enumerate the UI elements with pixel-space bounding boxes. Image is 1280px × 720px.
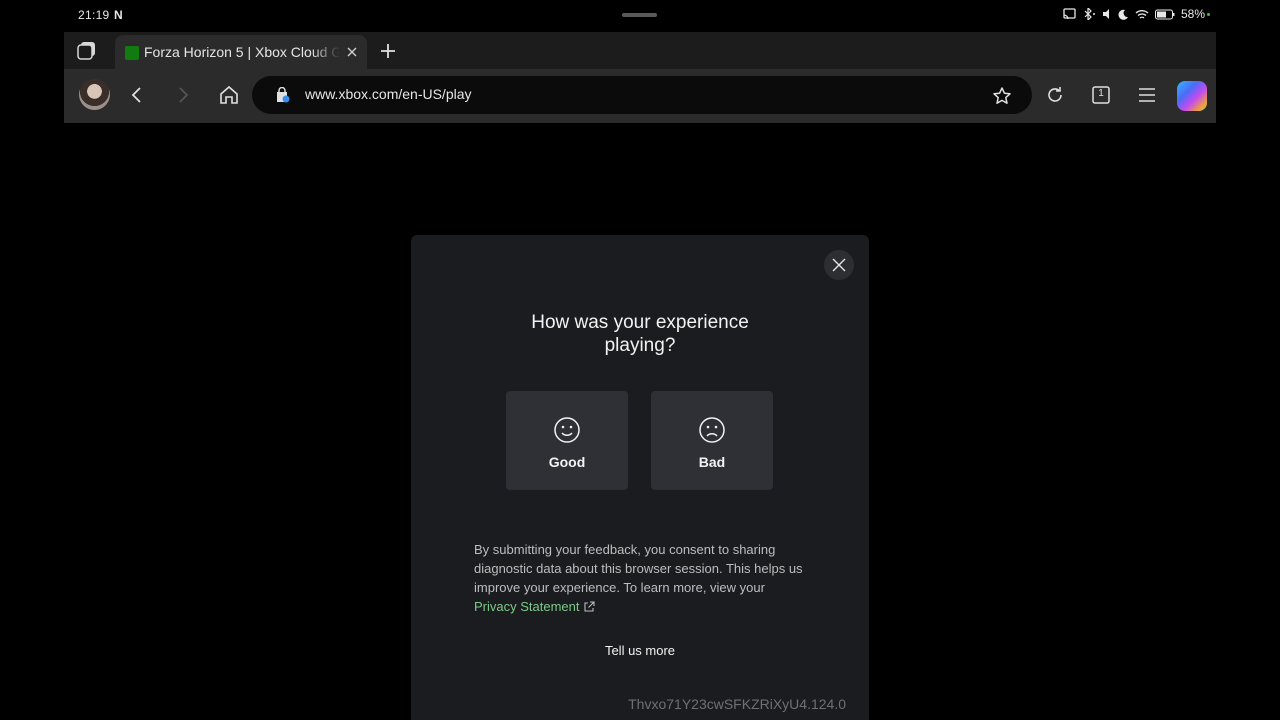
session-id: Thvxo71Y23cwSFKZRiXyU4.124.0 — [628, 696, 846, 712]
tab-overview-button[interactable] — [76, 40, 98, 62]
notification-n-icon: N — [114, 8, 123, 22]
battery-percent: 58% — [1180, 7, 1205, 21]
tab-count-button[interactable]: 1 — [1089, 83, 1113, 107]
forward-button[interactable] — [171, 83, 195, 107]
charging-dot — [1207, 12, 1210, 16]
status-bar: 21:19 N 58% — [0, 0, 1280, 32]
wifi-icon — [1135, 9, 1149, 19]
address-bar[interactable]: www.xbox.com/en-US/play — [252, 76, 1032, 114]
dialog-close-button[interactable] — [824, 250, 854, 280]
home-icon — [220, 85, 238, 104]
tab-strip: Forza Horizon 5 | Xbox Cloud Gaming — [64, 32, 1216, 69]
dialog-title: How was your experience playing? — [531, 312, 749, 356]
profile-avatar[interactable] — [79, 79, 110, 110]
tell-us-more-button[interactable]: Tell us more — [411, 643, 869, 658]
tab-count-label: 1 — [1098, 88, 1104, 99]
refresh-button[interactable] — [1043, 83, 1067, 107]
feedback-dialog: How was your experience playing? Good Ba… — [411, 235, 869, 720]
hamburger-menu-icon — [1139, 88, 1155, 102]
consent-text-block: By submitting your feedback, you consent… — [474, 540, 804, 616]
favorite-star-icon[interactable] — [992, 86, 1012, 106]
new-tab-icon[interactable] — [378, 41, 398, 61]
toolbar: www.xbox.com/en-US/play 1 — [64, 69, 1216, 123]
back-arrow-icon — [131, 87, 141, 103]
url-text: www.xbox.com/en-US/play — [305, 86, 472, 102]
bad-button[interactable]: Bad — [651, 391, 773, 490]
smile-icon — [554, 417, 580, 443]
status-time: 21:19 — [78, 8, 110, 22]
moon-icon — [1118, 9, 1128, 20]
frown-icon — [699, 417, 725, 443]
menu-button[interactable] — [1135, 83, 1159, 107]
good-label: Good — [548, 454, 586, 470]
privacy-statement-link[interactable]: Privacy Statement — [474, 599, 595, 614]
tab-title: Forza Horizon 5 | Xbox Cloud Gaming — [144, 44, 340, 60]
bluetooth-icon — [1084, 8, 1095, 20]
close-icon — [832, 258, 846, 272]
drag-handle[interactable] — [622, 13, 657, 17]
site-info-icon[interactable] — [274, 87, 290, 103]
mute-icon — [1102, 9, 1109, 19]
xbox-favicon-icon — [125, 46, 139, 60]
bad-label: Bad — [698, 454, 726, 470]
home-button[interactable] — [217, 83, 241, 107]
tab-close-icon[interactable] — [345, 45, 359, 59]
battery-icon — [1154, 9, 1175, 19]
active-tab[interactable]: Forza Horizon 5 | Xbox Cloud Gaming — [115, 35, 367, 69]
refresh-icon — [1048, 87, 1062, 102]
tabs-icon — [77, 42, 95, 60]
consent-text: By submitting your feedback, you consent… — [474, 542, 803, 595]
external-link-icon — [583, 601, 595, 612]
copilot-icon[interactable] — [1177, 81, 1207, 111]
forward-arrow-icon — [179, 87, 189, 103]
good-button[interactable]: Good — [506, 391, 628, 490]
browser-chrome: Forza Horizon 5 | Xbox Cloud Gaming www.… — [64, 32, 1216, 123]
cast-icon — [1063, 8, 1076, 20]
status-icons: 58% — [1063, 7, 1210, 21]
back-button[interactable] — [125, 83, 149, 107]
privacy-link-label: Privacy Statement — [474, 599, 580, 614]
